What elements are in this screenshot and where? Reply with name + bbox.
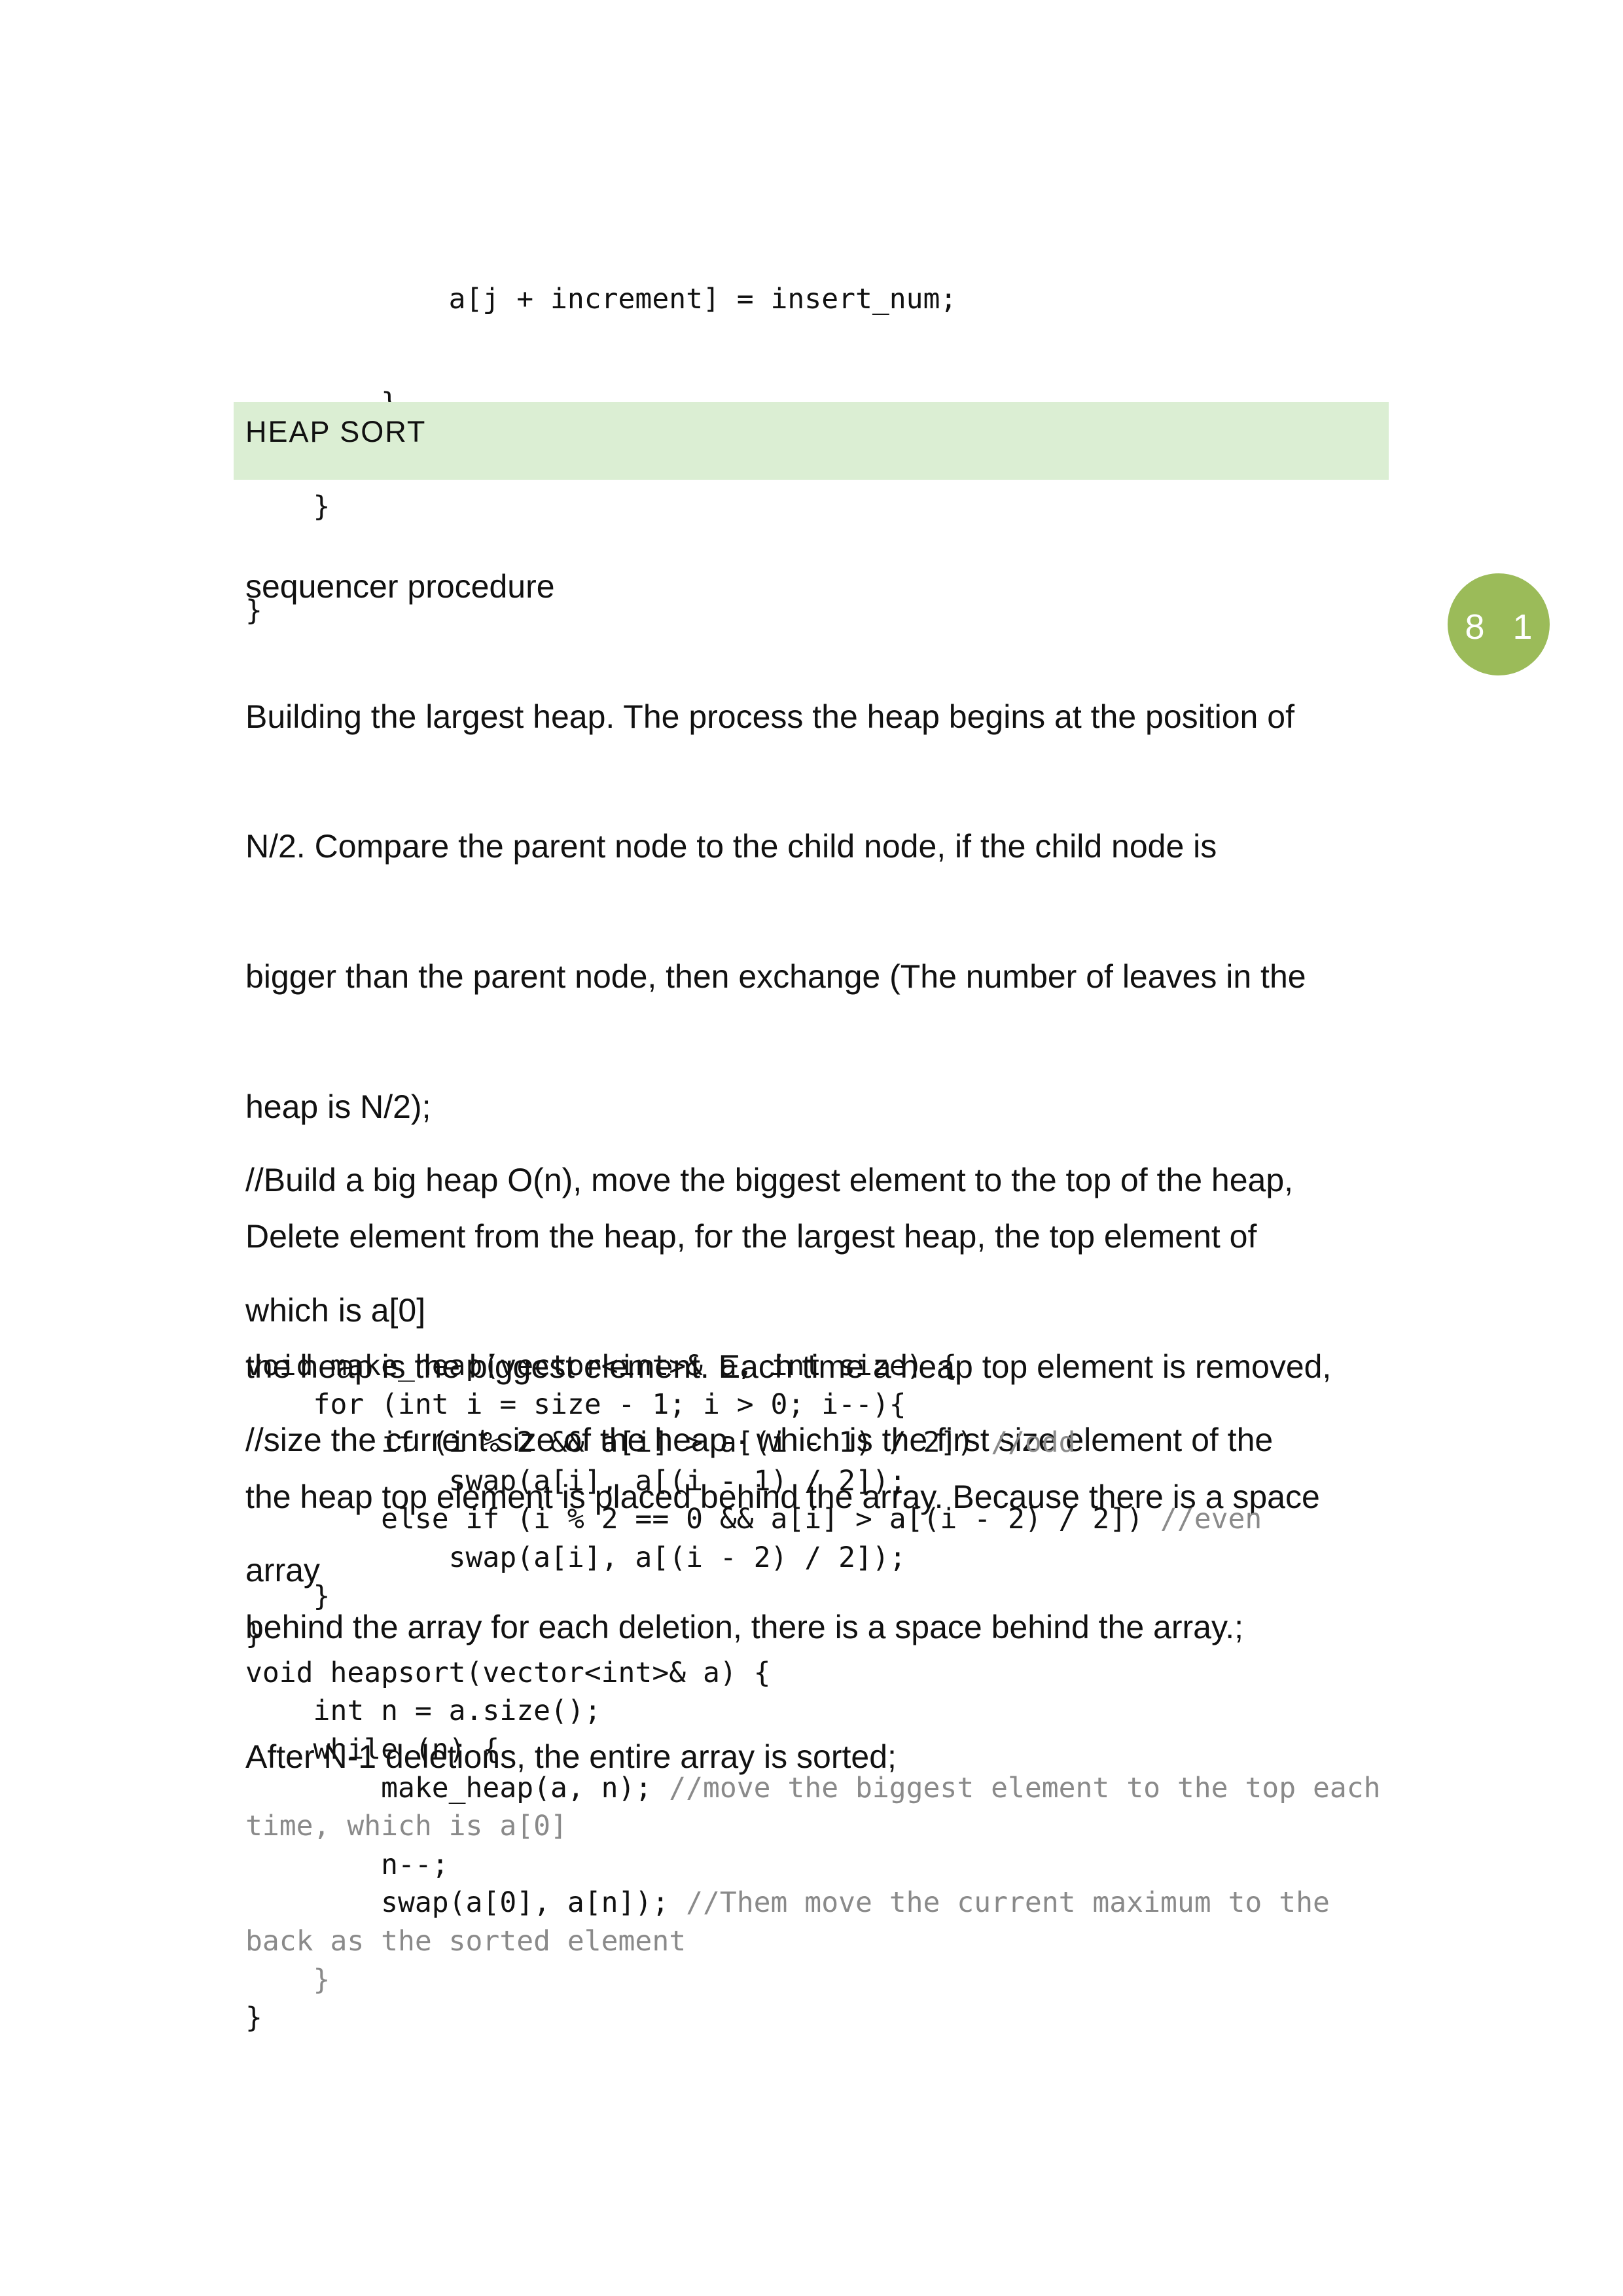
code-text: if (i % 2 && a[i] > a[(i - 1) / 2])	[245, 1426, 991, 1460]
code-line: }	[245, 1999, 1381, 2037]
text-line: bigger than the parent node, then exchan…	[245, 958, 1306, 996]
text-line: Building the largest heap. The process t…	[245, 698, 1294, 735]
code-text: void make_heap(vector<int>& a, int size)…	[245, 1350, 957, 1382]
page-number-badge: 8 1	[1448, 573, 1550, 675]
code-line: swap(a[0], a[n]); //Them move the curren…	[245, 1884, 1381, 1922]
text-line: N/2. Compare the parent node to the chil…	[245, 828, 1217, 865]
section-heading: HEAP SORT	[245, 415, 427, 448]
code-comment: time, which is a[0]	[245, 1810, 567, 1843]
section-heading-band: HEAP SORT	[234, 402, 1389, 480]
code-comment: //even	[1160, 1503, 1262, 1536]
code-line: if (i % 2 && a[i] > a[(i - 1) / 2]) //od…	[245, 1424, 1381, 1462]
code-line: swap(a[i], a[(i - 2) / 2]);	[245, 1539, 1381, 1577]
code-line: while (n) {	[245, 1731, 1381, 1769]
code-line: int n = a.size();	[245, 1692, 1381, 1731]
code-line: void make_heap(vector<int>& a, int size)…	[245, 1347, 1381, 1386]
text-line: sequencer procedure	[245, 568, 555, 605]
code-text: }	[245, 1618, 262, 1651]
code-text: }	[245, 2001, 262, 2035]
code-line: else if (i % 2 == 0 && a[i] > a[(i - 2) …	[245, 1500, 1381, 1539]
code-comment: //odd	[991, 1426, 1076, 1460]
code-text: int n = a.size();	[245, 1695, 601, 1728]
code-comment: back as the sorted element	[245, 1924, 687, 1958]
code-line: for (int i = size - 1; i > 0; i--){	[245, 1386, 1381, 1424]
code-line: a[j + increment] = insert_num;	[245, 283, 957, 315]
code-comment: //Them move the current maximum to the	[686, 1886, 1330, 1920]
code-snippet-heapsort: void make_heap(vector<int>& a, int size)…	[245, 1347, 1381, 2037]
code-text: swap(a[i], a[(i - 1) / 2]);	[245, 1464, 906, 1498]
code-text: void heapsort(vector<int>& a) {	[245, 1656, 771, 1689]
code-text: swap(a[0], a[n]);	[245, 1886, 687, 1920]
code-text: while (n) {	[245, 1732, 500, 1766]
code-line: n--;	[245, 1846, 1381, 1884]
code-line: void heapsort(vector<int>& a) {	[245, 1654, 1381, 1693]
code-text: n--;	[245, 1848, 449, 1881]
code-line: back as the sorted element	[245, 1922, 1381, 1961]
code-line: make_heap(a, n); //move the biggest elem…	[245, 1769, 1381, 1808]
code-comment: }	[245, 1963, 330, 1996]
code-comment: //move the biggest element to the top ea…	[669, 1771, 1381, 1804]
code-line: }	[245, 1961, 1381, 2000]
code-text: swap(a[i], a[(i - 2) / 2]);	[245, 1541, 906, 1574]
code-text: }	[245, 1579, 330, 1613]
code-text: make_heap(a, n);	[245, 1771, 669, 1804]
text-line: //Build a big heap O(n), move the bigges…	[245, 1162, 1294, 1198]
code-line: time, which is a[0]	[245, 1807, 1381, 1846]
code-line: }	[245, 1615, 1381, 1654]
code-line: }	[245, 1577, 1381, 1616]
code-line: swap(a[i], a[(i - 1) / 2]);	[245, 1462, 1381, 1501]
text-line: which is a[0]	[245, 1291, 426, 1329]
code-text: for (int i = size - 1; i > 0; i--){	[245, 1388, 906, 1421]
code-text: else if (i % 2 == 0 && a[i] > a[(i - 2) …	[245, 1503, 1160, 1536]
